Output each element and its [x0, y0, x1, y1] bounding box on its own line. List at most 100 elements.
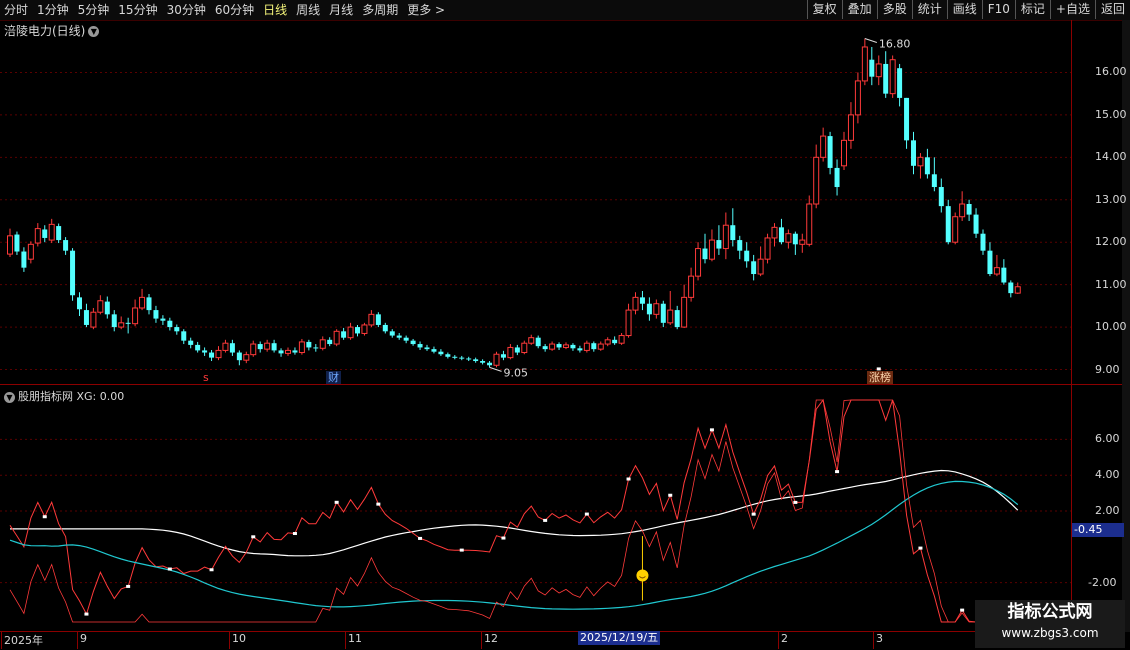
x-tick-label: 10: [232, 632, 246, 645]
candle-body: [424, 347, 430, 350]
candle-body: [827, 136, 833, 168]
candle-body: [618, 335, 625, 344]
candle-body: [285, 349, 291, 354]
watermark-title: 指标公式网: [1007, 602, 1093, 622]
x-tick-label: 2025年: [4, 634, 43, 647]
candle-body: [889, 59, 896, 95]
candle-body: [799, 239, 806, 245]
candle-body: [90, 311, 97, 328]
x-tick-mark: [77, 631, 78, 649]
candle-body: [556, 344, 562, 348]
candle-body: [111, 314, 117, 328]
x-tick-label: 9: [80, 632, 87, 645]
candle-body: [993, 267, 1000, 275]
indicator-tick-label: 4.00: [1095, 468, 1120, 482]
candle-body: [202, 350, 208, 353]
candle-body: [118, 322, 125, 328]
chevron-down-icon[interactable]: ▼: [4, 391, 15, 403]
indicator-marker: [501, 536, 506, 540]
candle-body: [820, 135, 827, 158]
candle-body: [716, 240, 722, 249]
candle-body: [813, 156, 820, 205]
indicator-marker: [84, 612, 89, 616]
candle-body: [542, 346, 548, 350]
candle-body: [459, 357, 465, 359]
candle-body: [688, 275, 695, 298]
candle-body: [229, 343, 235, 353]
candle-body: [861, 46, 868, 82]
candle-body: [883, 63, 889, 94]
candle-body: [361, 324, 368, 334]
indicator-marker: [918, 546, 923, 550]
indicator-marker: [835, 470, 840, 474]
indicator-title-text: 股朋指标网 XG: 0.00: [18, 390, 125, 403]
x-axis-divider: [0, 631, 1130, 632]
candle-body: [875, 63, 882, 78]
candle-body: [744, 250, 750, 262]
candle-body: [917, 156, 924, 167]
candle-body: [660, 303, 666, 323]
x-tick-label: 3: [876, 632, 883, 645]
stock-title[interactable]: 涪陵电力(日线) ▼: [4, 22, 100, 39]
tag-finance[interactable]: 财: [326, 371, 341, 384]
indicator-marker: [668, 493, 673, 497]
candle-body: [938, 187, 944, 207]
candle-body: [931, 174, 937, 188]
candle-body: [535, 337, 541, 347]
candle-body: [48, 223, 55, 241]
candle-body: [563, 344, 569, 348]
candle-body: [834, 167, 840, 188]
candle-body: [695, 248, 702, 277]
candle-body: [708, 239, 715, 260]
chevron-down-icon[interactable]: ▼: [88, 26, 100, 37]
candle-body: [264, 342, 271, 350]
candle-body: [445, 354, 451, 357]
candle-body: [21, 251, 27, 268]
price-tick-label: 16.00: [1095, 65, 1127, 79]
candle-body: [966, 204, 972, 215]
candle-body: [771, 226, 778, 239]
candle-body: [42, 229, 48, 238]
kline-chart[interactable]: 16.80 9.05: [0, 0, 1130, 650]
candle-body: [632, 296, 639, 311]
tag-top-gainers[interactable]: 涨榜: [867, 371, 893, 384]
candle-body: [521, 342, 528, 354]
tag-s[interactable]: s: [201, 371, 211, 384]
indicator-marker: [209, 568, 214, 572]
candle-body: [7, 235, 13, 255]
indicator-title[interactable]: ▼ 股朋指标网 XG: 0.00: [4, 388, 124, 404]
candle-body: [355, 327, 360, 334]
candle-body: [549, 343, 556, 350]
x-tick-label: 2: [781, 632, 788, 645]
watermark-url: www.zbgs3.com: [1001, 626, 1099, 640]
price-tick-label: 14.00: [1095, 150, 1127, 164]
candle-body: [1001, 267, 1007, 283]
candle-body: [653, 303, 660, 315]
candle-body: [911, 140, 916, 166]
indicator-marker: [126, 584, 131, 588]
candle-body: [146, 297, 152, 311]
candle-body: [278, 350, 284, 354]
candle-body: [417, 344, 423, 348]
smiley-icon: [636, 569, 649, 582]
candle-body: [681, 296, 688, 328]
candle-body: [612, 339, 618, 344]
indicator-marker: [42, 515, 47, 519]
indicator-marker: [292, 532, 297, 536]
candle-body: [466, 358, 472, 360]
candle-body: [493, 353, 500, 366]
price-tick-label: 10.00: [1095, 320, 1127, 334]
panel-divider: [0, 384, 1130, 385]
candle-body: [139, 296, 146, 309]
candle-body: [292, 350, 298, 353]
low-price-label: 9.05: [504, 366, 529, 379]
watermark: 指标公式网 www.zbgs3.com: [975, 600, 1125, 648]
candle-body: [646, 303, 652, 315]
candle-body: [1014, 286, 1021, 294]
candle-body: [570, 344, 576, 349]
price-axis-divider: [1071, 20, 1072, 632]
candle-body: [730, 225, 736, 241]
indicator-tick-label: 6.00: [1095, 432, 1120, 446]
candle-body: [577, 348, 583, 351]
candle-body: [250, 343, 257, 356]
